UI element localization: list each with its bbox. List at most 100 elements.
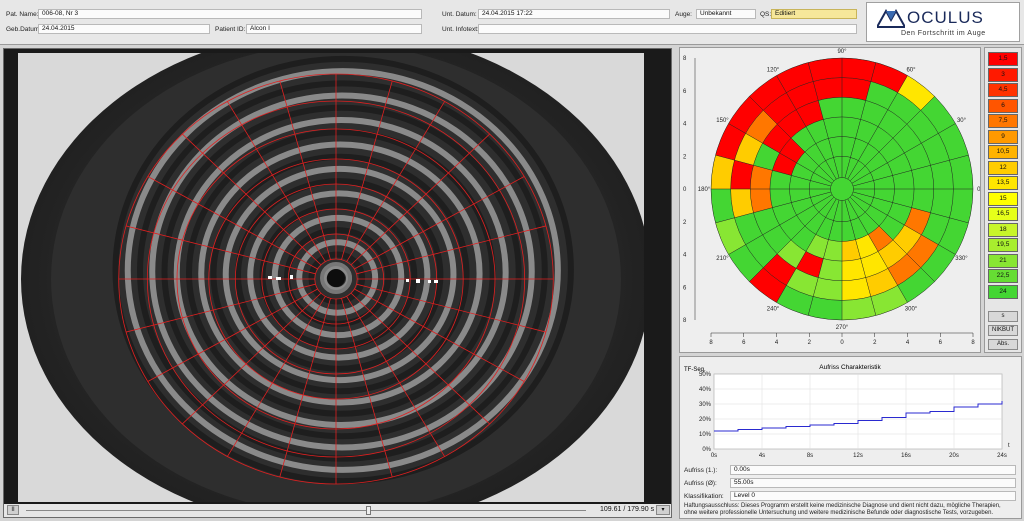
logo-slogan: Den Fortschritt im Auge (901, 30, 986, 37)
auge-field[interactable]: Unbekannt (696, 9, 756, 19)
map-angle-label: 120° (767, 67, 780, 73)
scale-item: 6 (988, 98, 1018, 113)
map-bottom-tick: 2 (873, 340, 877, 346)
auge-label: Auge: (675, 11, 692, 18)
map-angle-label: 210° (716, 256, 729, 262)
unit-s-button[interactable]: s (988, 311, 1018, 322)
map-angle-label: 90° (837, 49, 847, 55)
map-left-tick: 4 (683, 122, 687, 128)
player-menu-icon[interactable]: ▾ (656, 505, 670, 515)
aufrissavg-field: 55.00s (730, 478, 1016, 488)
map-angle-label: 300° (905, 307, 918, 313)
placido-rings-svg (18, 53, 644, 502)
scale-item: 18 (988, 222, 1018, 237)
pause-button[interactable]: II (7, 505, 19, 515)
klass-label: Klassifikation: (684, 493, 724, 500)
scale-item: 21 (988, 253, 1018, 268)
chart-x-unit: t (1008, 443, 1010, 449)
chart-y-tick: 40% (699, 387, 712, 393)
scale-item: 13,5 (988, 176, 1018, 190)
infotext-field[interactable] (478, 24, 857, 34)
map-left-tick: 8 (683, 56, 687, 62)
oculus-logo-icon (877, 9, 905, 28)
map-bottom-tick: 6 (939, 340, 943, 346)
chart-x-tick: 20s (949, 453, 959, 459)
map-bottom-tick: 8 (709, 340, 713, 346)
map-left-tick: 4 (683, 253, 687, 259)
scale-item: 19,5 (988, 238, 1018, 252)
logo-brand: OCULUS (907, 8, 984, 27)
map-bottom-tick: 2 (808, 340, 812, 346)
scale-item: 22,5 (988, 269, 1018, 283)
abs-button[interactable]: Abs. (988, 339, 1018, 350)
map-bottom-tick: 4 (775, 340, 779, 346)
map-left-tick: 8 (683, 318, 687, 324)
nikbut-map-panel: 0° 30° 60° 90° 120° 150° 180° 210° 240° 270° 300° 3… (679, 47, 983, 353)
chart-x-tick: 12s (853, 453, 863, 459)
scale-item: 1,5 (988, 52, 1018, 66)
scale-item: 7,5 (988, 114, 1018, 128)
patient-id-label: Patient ID: (215, 26, 246, 33)
chart-y-tick: 50% (699, 372, 712, 378)
map-bottom-tick: 6 (742, 340, 746, 346)
scale-item: 12 (988, 160, 1018, 175)
map-angle-label: 240° (767, 307, 780, 313)
playback-slider-thumb[interactable] (365, 506, 371, 515)
map-angle-label: 60° (906, 67, 916, 73)
map-left-tick: 2 (683, 154, 687, 160)
map-bottom-tick: 4 (906, 340, 910, 346)
map-left-tick: 0 (683, 187, 687, 193)
infotext-label: Unt. Infotext: (442, 26, 479, 33)
aufriss1-field: 0.00s (730, 465, 1016, 475)
geb-datum-label: Geb.Datum: (6, 26, 42, 33)
playback-track[interactable] (26, 510, 586, 511)
nikbut-button[interactable]: NIKBUT (988, 325, 1018, 336)
map-left-tick: 6 (683, 285, 687, 291)
scale-item: 24 (988, 284, 1018, 299)
playback-bar: II 109.61 / 179.90 s ▾ (4, 504, 671, 517)
qs-field[interactable]: Editiert (771, 9, 857, 19)
chart-x-tick: 24s (997, 453, 1007, 459)
klass-field: Level 0 (730, 491, 1016, 501)
map-angle-label: 30° (957, 118, 967, 124)
oculus-logo: OCULUS Den Fortschritt im Auge (866, 2, 1020, 42)
chart-y-tick: 30% (699, 402, 712, 408)
placido-image[interactable] (18, 53, 644, 502)
qs-label: QS: (760, 11, 772, 18)
aufriss1-label: Aufriss (1.): (684, 467, 718, 474)
disclaimer-text: Haftungsausschluss: Dieses Programm erst… (684, 503, 1001, 516)
chart-y-tick: 10% (699, 432, 712, 438)
unt-datum-label: Unt. Datum: (442, 11, 477, 18)
chart-title: Aufriss Charakteristik (819, 364, 881, 371)
scale-item: 15 (988, 191, 1018, 206)
scale-item: 9 (988, 129, 1018, 144)
chart-y-tick: 20% (699, 417, 712, 423)
chart-x-tick: 4s (759, 453, 765, 459)
chart-x-tick: 0s (711, 453, 717, 459)
aufriss-chart: TF-Seg. Aufriss Charakteristik 50%40%30%… (684, 364, 1010, 459)
geb-datum-field[interactable]: 24.04.2015 (38, 24, 210, 34)
map-bottom-tick: 0 (840, 340, 844, 346)
map-angle-label: 150° (716, 118, 729, 124)
aufriss-panel: TF-Seg. Aufriss Charakteristik 50% 40% 30%… (679, 356, 1022, 519)
pat-name-label: Pat. Name: (6, 11, 39, 18)
color-scale: 1,5 3 4,5 6 7,5 9 10,5 12 13,5 15 16,5 18 19,5 21 22,5… (984, 47, 1022, 353)
map-angle-label: 180° (698, 187, 711, 193)
aufrissavg-label: Aufriss (Ø): (684, 480, 717, 487)
map-bottom-tick: 8 (971, 340, 975, 346)
chart-x-tick: 16s (901, 453, 911, 459)
image-viewer: II 109.61 / 179.90 s ▾ (3, 48, 672, 518)
map-angle-label: 270° (836, 325, 849, 331)
map-angle-label: 0° (977, 187, 980, 193)
map-left-tick: 6 (683, 89, 687, 95)
map-angle-label: 330° (955, 256, 968, 262)
chart-x-tick: 8s (807, 453, 813, 459)
scale-item: 10,5 (988, 145, 1018, 159)
nikbut-polar-map[interactable]: 0° 30° 60° 90° 120° 150° 180° 210° 240° 270° 300° 3… (680, 48, 983, 352)
pat-name-field[interactable]: 006-08, Nr 3 (38, 9, 422, 19)
patient-id-field[interactable]: Alcon I (246, 24, 422, 34)
scale-item: 3 (988, 67, 1018, 82)
unt-datum-field[interactable]: 24.04.2015 17:22 (478, 9, 670, 19)
scale-item: 4,5 (988, 83, 1018, 97)
map-left-tick: 2 (683, 220, 687, 226)
